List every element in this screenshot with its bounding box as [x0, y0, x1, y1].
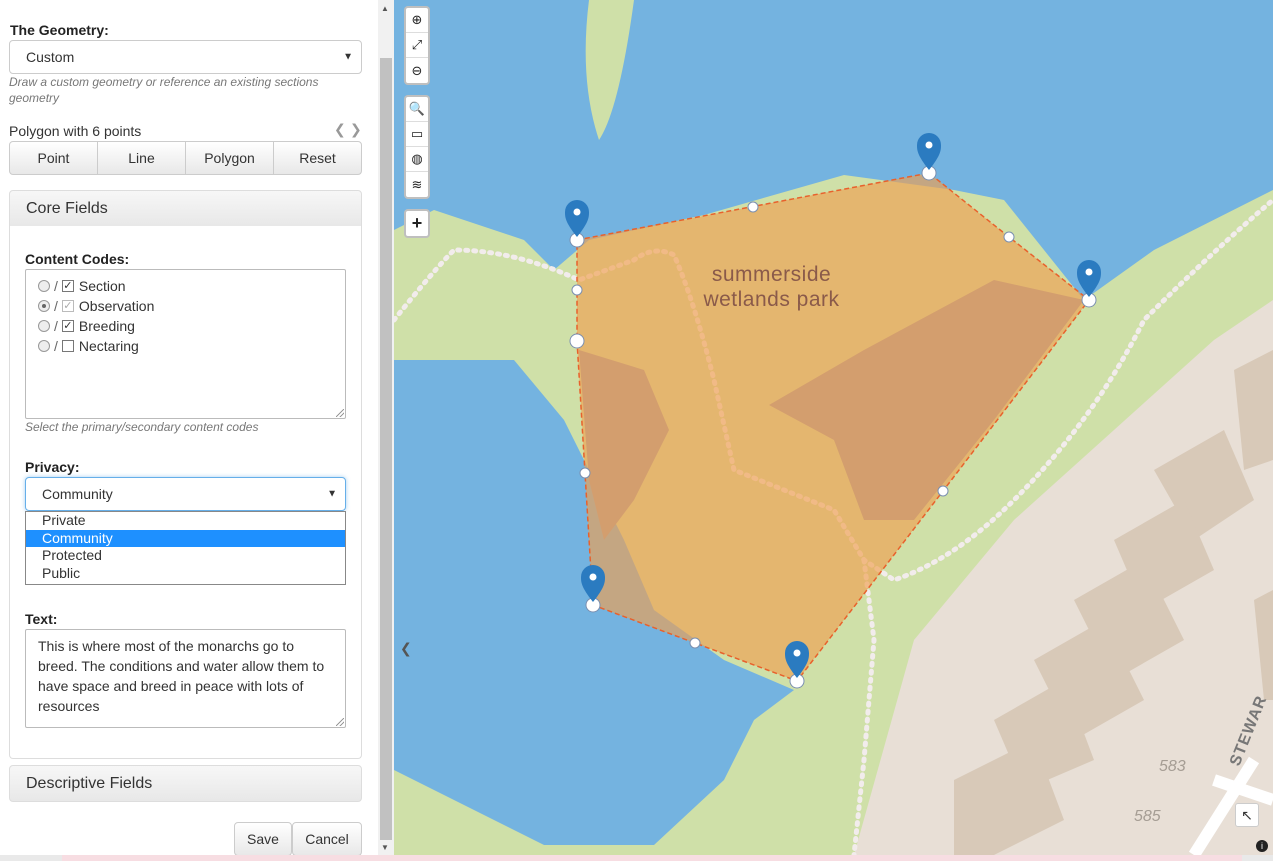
chevron-down-icon: ▼	[343, 51, 353, 63]
chevron-down-icon: ▼	[327, 488, 337, 500]
zoom-out-icon[interactable]: ⊖	[406, 58, 428, 83]
scroll-up-icon[interactable]: ▲	[381, 4, 389, 13]
text-label: Text:	[25, 611, 58, 627]
panel-scrollbar[interactable]: ▲ ▼	[378, 0, 394, 861]
zoom-controls: ⊕ ⤢ ⊖	[404, 6, 430, 85]
chevron-left-icon[interactable]: ❮	[334, 121, 346, 138]
cancel-button[interactable]: Cancel	[292, 822, 362, 856]
geometry-selected: Custom	[26, 49, 75, 65]
globe-icon[interactable]: ◍	[406, 147, 428, 172]
privacy-option-protected[interactable]: Protected	[26, 547, 345, 565]
privacy-label: Privacy:	[25, 459, 80, 475]
add-control: +	[404, 209, 430, 238]
secondary-checkbox[interactable]: ✓	[61, 300, 74, 312]
reset-button[interactable]: Reset	[273, 141, 362, 175]
resize-handle[interactable]	[336, 409, 344, 417]
descriptive-fields-header[interactable]: Descriptive Fields	[9, 765, 362, 802]
geometry-status: Polygon with 6 points	[9, 123, 142, 139]
geometry-select[interactable]: Custom ▼	[9, 40, 362, 74]
layers-icon[interactable]: ≋	[406, 172, 428, 197]
polygon-button[interactable]: Polygon	[185, 141, 274, 175]
geometry-help: Draw a custom geometry or reference an e…	[9, 75, 319, 105]
select-area-icon[interactable]: ▭	[406, 122, 428, 147]
house-number: 585	[1134, 808, 1161, 825]
primary-radio[interactable]	[38, 340, 50, 352]
content-codes-list: / ✓ Section / ✓ Observation / ✓ Breeding…	[25, 269, 346, 419]
resize-handle[interactable]	[336, 718, 344, 726]
text-area[interactable]: This is where most of the monarchs go to…	[25, 629, 346, 728]
house-number: 583	[1159, 758, 1186, 775]
secondary-checkbox[interactable]	[61, 340, 74, 352]
line-button[interactable]: Line	[97, 141, 186, 175]
geometry-label: The Geometry:	[10, 22, 109, 38]
privacy-selected: Community	[42, 486, 113, 502]
chevron-right-icon[interactable]: ❯	[350, 121, 362, 138]
fullscreen-icon[interactable]: ⤢	[406, 33, 428, 58]
core-fields-header[interactable]: Core Fields	[9, 190, 362, 227]
privacy-option-public[interactable]: Public	[26, 565, 345, 583]
privacy-select[interactable]: Community ▼	[25, 477, 346, 511]
codes-help: Select the primary/secondary content cod…	[25, 420, 259, 434]
text-value: This is where most of the monarchs go to…	[38, 638, 325, 714]
secondary-checkbox[interactable]: ✓	[61, 280, 74, 292]
map-canvas[interactable]	[394, 0, 1273, 855]
privacy-option-community[interactable]: Community	[26, 529, 345, 547]
primary-radio[interactable]	[38, 280, 50, 292]
code-row-section[interactable]: / ✓ Section	[38, 276, 126, 296]
scroll-down-icon[interactable]: ▼	[381, 843, 389, 852]
expand-icon[interactable]: ↖	[1235, 803, 1259, 827]
map-view[interactable]: summerside wetlands park 583 585 STEWAR …	[394, 0, 1273, 855]
collapse-panel-icon[interactable]: ❮	[400, 640, 412, 657]
save-button[interactable]: Save	[234, 822, 292, 856]
editor-panel: The Geometry: Custom ▼ Draw a custom geo…	[0, 0, 378, 861]
privacy-option-private[interactable]: Private	[26, 512, 345, 530]
search-icon[interactable]: 🔍	[406, 97, 428, 122]
code-row-breeding[interactable]: / ✓ Breeding	[38, 316, 135, 336]
zoom-in-icon[interactable]: ⊕	[406, 8, 428, 33]
park-label: summerside wetlands park	[703, 263, 840, 311]
info-icon[interactable]: i	[1256, 840, 1268, 852]
primary-radio[interactable]	[38, 300, 50, 312]
primary-radio[interactable]	[38, 320, 50, 332]
add-icon[interactable]: +	[406, 211, 428, 236]
content-codes-label: Content Codes:	[25, 251, 130, 267]
code-row-nectaring[interactable]: / Nectaring	[38, 336, 139, 356]
tool-controls: 🔍 ▭ ◍ ≋	[404, 95, 430, 199]
status-strip	[62, 855, 1242, 861]
point-button[interactable]: Point	[9, 141, 98, 175]
privacy-dropdown: Private Community Protected Public	[25, 511, 346, 585]
secondary-checkbox[interactable]: ✓	[61, 320, 74, 332]
code-row-observation[interactable]: / ✓ Observation	[38, 296, 154, 316]
scroll-thumb[interactable]	[380, 58, 392, 840]
